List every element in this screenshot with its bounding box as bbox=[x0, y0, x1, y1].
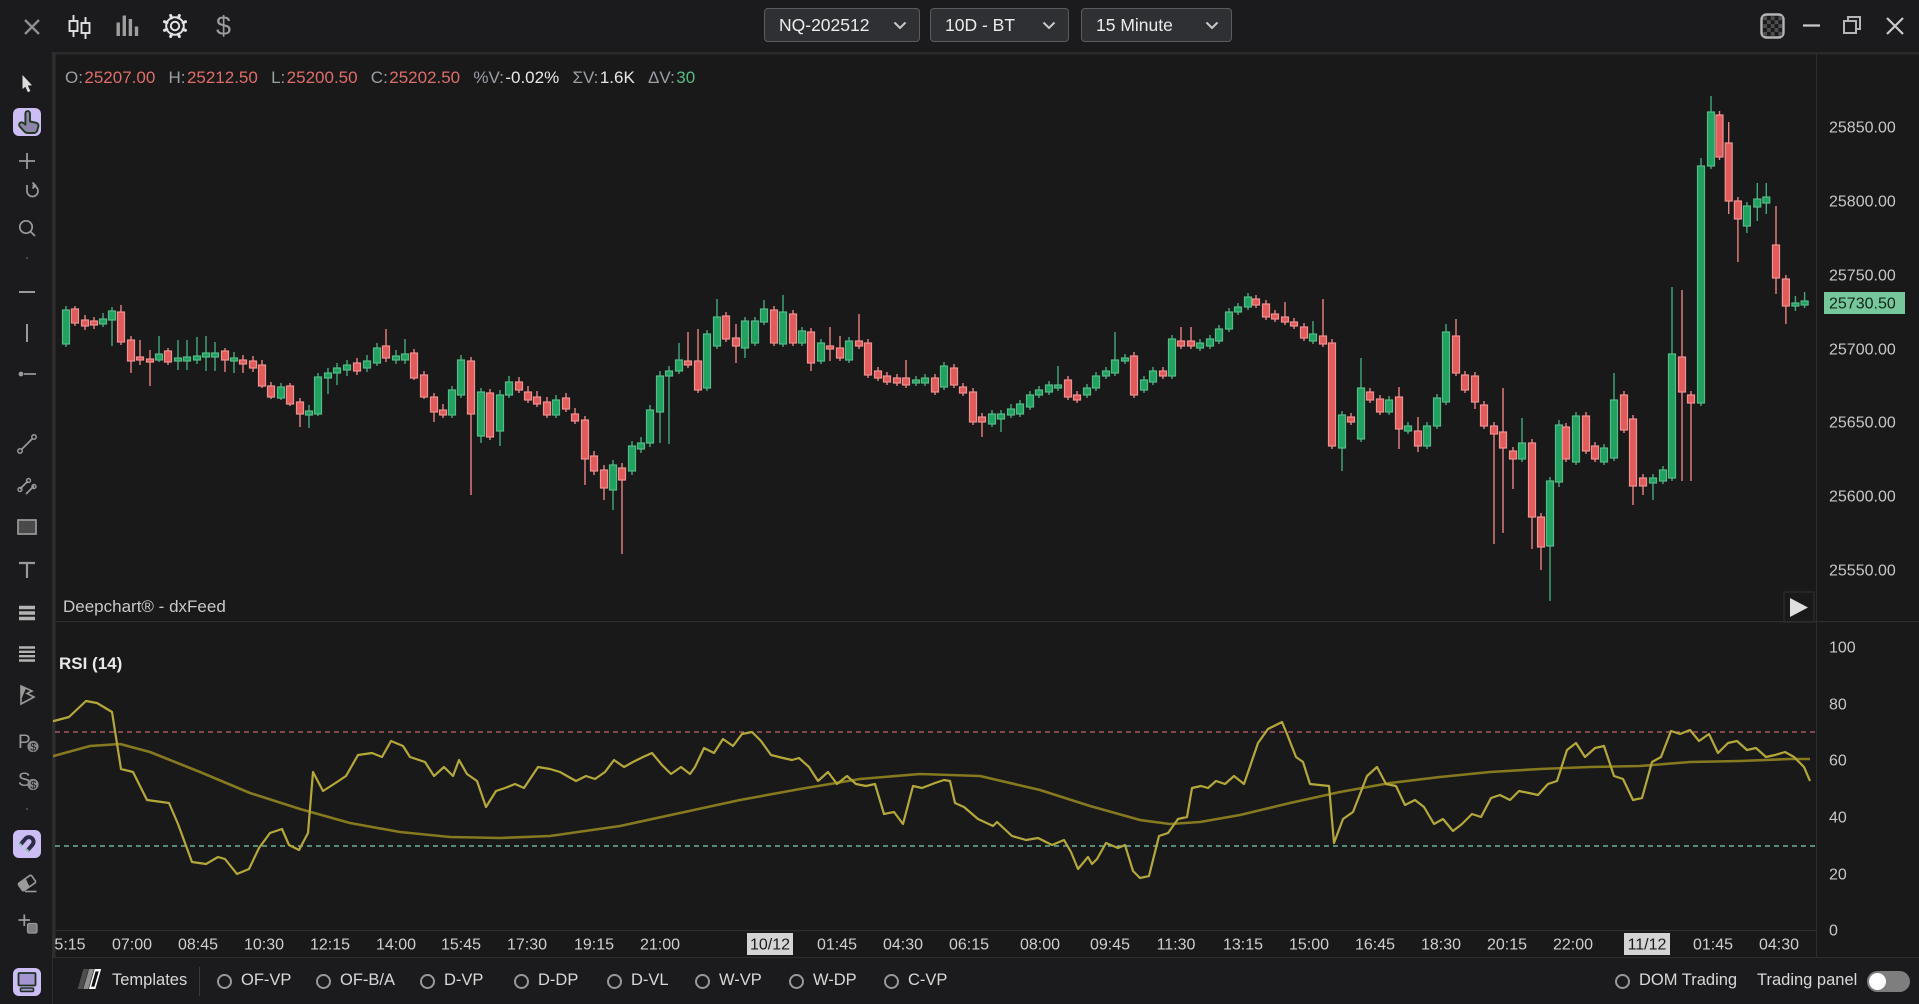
svg-text:08:45: 08:45 bbox=[178, 937, 218, 954]
svg-text:25730.50: 25730.50 bbox=[1829, 296, 1896, 313]
svg-text:22:00: 22:00 bbox=[1553, 937, 1593, 954]
svg-text:$: $ bbox=[30, 779, 36, 791]
svg-text:100: 100 bbox=[1829, 640, 1856, 657]
svg-text:14:00: 14:00 bbox=[376, 937, 416, 954]
svg-text:60: 60 bbox=[1829, 753, 1847, 770]
svg-text:0: 0 bbox=[1829, 923, 1838, 940]
svg-text:04:30: 04:30 bbox=[1759, 937, 1799, 954]
svg-text:25550.00: 25550.00 bbox=[1829, 563, 1896, 580]
svg-text:15:45: 15:45 bbox=[441, 937, 481, 954]
svg-text:19:15: 19:15 bbox=[574, 937, 614, 954]
svg-text:25650.00: 25650.00 bbox=[1829, 415, 1896, 432]
svg-text:09:45: 09:45 bbox=[1090, 937, 1130, 954]
svg-text:$: $ bbox=[30, 741, 36, 753]
svg-text:18:30: 18:30 bbox=[1421, 937, 1461, 954]
svg-text:04:30: 04:30 bbox=[883, 937, 923, 954]
svg-text:RSI (14): RSI (14) bbox=[59, 654, 122, 673]
svg-text:25850.00: 25850.00 bbox=[1829, 120, 1896, 137]
svg-text:01:45: 01:45 bbox=[817, 937, 857, 954]
svg-text:40: 40 bbox=[1829, 810, 1847, 827]
svg-text:21:00: 21:00 bbox=[640, 937, 680, 954]
svg-text:16:45: 16:45 bbox=[1355, 937, 1395, 954]
svg-text:$: $ bbox=[216, 11, 231, 41]
svg-text:25600.00: 25600.00 bbox=[1829, 489, 1896, 506]
svg-text:13:15: 13:15 bbox=[1223, 937, 1263, 954]
svg-text:25750.00: 25750.00 bbox=[1829, 268, 1896, 285]
svg-text:5:15: 5:15 bbox=[54, 937, 85, 954]
svg-text:25700.00: 25700.00 bbox=[1829, 342, 1896, 359]
svg-text:25800.00: 25800.00 bbox=[1829, 194, 1896, 211]
svg-text:01:45: 01:45 bbox=[1693, 937, 1733, 954]
svg-text:11:30: 11:30 bbox=[1157, 937, 1196, 954]
svg-text:07:00: 07:00 bbox=[112, 937, 152, 954]
svg-text:15:00: 15:00 bbox=[1289, 937, 1329, 954]
svg-text:10:30: 10:30 bbox=[244, 937, 284, 954]
svg-text:11/12: 11/12 bbox=[1628, 937, 1667, 954]
svg-text:80: 80 bbox=[1829, 697, 1847, 714]
svg-text:Deepchart® - dxFeed: Deepchart® - dxFeed bbox=[63, 597, 226, 616]
svg-text:12:15: 12:15 bbox=[310, 937, 350, 954]
svg-text:20: 20 bbox=[1829, 867, 1847, 884]
svg-text:17:30: 17:30 bbox=[507, 937, 547, 954]
svg-text:08:00: 08:00 bbox=[1020, 937, 1060, 954]
svg-text:O: 25207.00 H: 25212.50 L: 2: O: 25207.00 H: 25212.50 L: 25200.50 C: 2… bbox=[65, 68, 695, 87]
svg-text:10/12: 10/12 bbox=[750, 937, 790, 954]
svg-text:06:15: 06:15 bbox=[949, 937, 989, 954]
svg-text:20:15: 20:15 bbox=[1487, 937, 1527, 954]
